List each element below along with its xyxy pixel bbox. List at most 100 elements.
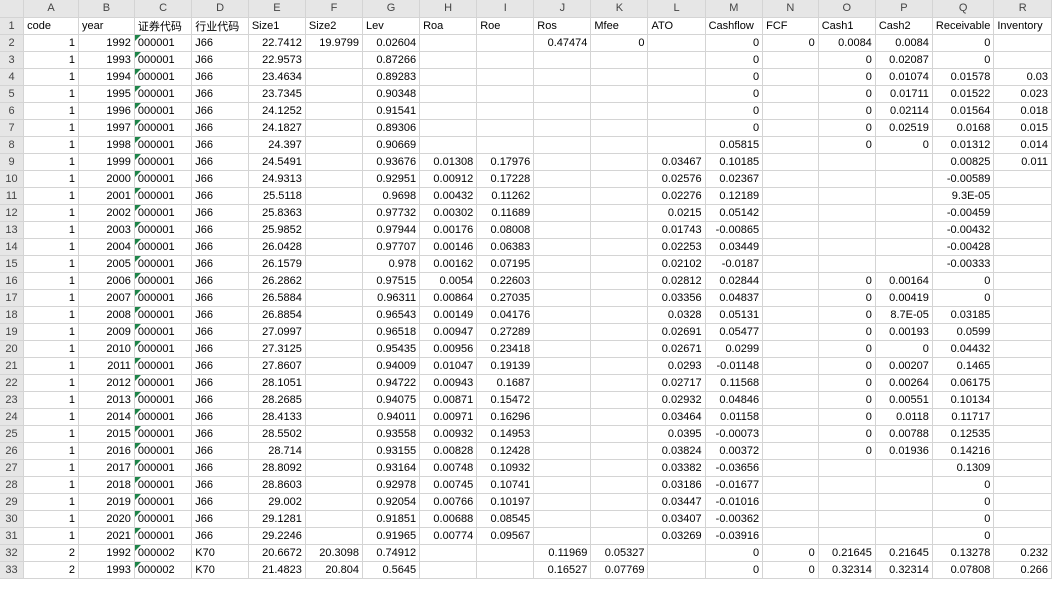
row-header[interactable]: 8 <box>0 136 25 154</box>
cell-g25[interactable]: 0.93558 <box>362 425 421 443</box>
cell-n17[interactable] <box>762 289 819 307</box>
cell-m20[interactable]: 0.0299 <box>705 340 764 358</box>
cell-n31[interactable] <box>762 527 819 545</box>
cell-b11[interactable]: 2001 <box>78 187 135 205</box>
cell-f3[interactable] <box>305 51 364 69</box>
cell-j12[interactable] <box>533 204 592 222</box>
cell-r1[interactable]: Inventory <box>993 17 1052 35</box>
row-header[interactable]: 7 <box>0 119 25 137</box>
cell-i3[interactable] <box>476 51 535 69</box>
cell-j16[interactable] <box>533 272 592 290</box>
cell-l4[interactable] <box>647 68 706 86</box>
cell-a8[interactable]: 1 <box>23 136 79 154</box>
cell-o1[interactable]: Cash1 <box>818 17 876 35</box>
cell-e29[interactable]: 29.002 <box>248 493 306 511</box>
cell-f1[interactable]: Size2 <box>305 17 364 35</box>
cell-e14[interactable]: 26.0428 <box>248 238 306 256</box>
cell-g20[interactable]: 0.95435 <box>362 340 421 358</box>
cell-m29[interactable]: -0.01016 <box>705 493 764 511</box>
cell-q19[interactable]: 0.0599 <box>932 323 995 341</box>
cell-h30[interactable]: 0.00688 <box>419 510 478 528</box>
cell-c24[interactable]: 000001 <box>134 408 193 426</box>
cell-c16[interactable]: 000001 <box>134 272 193 290</box>
cell-m11[interactable]: 0.12189 <box>705 187 764 205</box>
cell-m30[interactable]: -0.00362 <box>705 510 764 528</box>
cell-k31[interactable] <box>590 527 649 545</box>
cell-l24[interactable]: 0.03464 <box>647 408 706 426</box>
cell-g3[interactable]: 0.87266 <box>362 51 421 69</box>
cell-m33[interactable]: 0 <box>705 561 764 579</box>
cell-b31[interactable]: 2021 <box>78 527 135 545</box>
cell-k25[interactable] <box>590 425 649 443</box>
cell-h15[interactable]: 0.00162 <box>419 255 478 273</box>
cell-o17[interactable]: 0 <box>818 289 876 307</box>
row-header[interactable]: 6 <box>0 102 25 120</box>
cell-b17[interactable]: 2007 <box>78 289 135 307</box>
cell-c13[interactable]: 000001 <box>134 221 193 239</box>
cell-j7[interactable] <box>533 119 592 137</box>
cell-q30[interactable]: 0 <box>932 510 995 528</box>
cell-b8[interactable]: 1998 <box>78 136 135 154</box>
cell-q7[interactable]: 0.0168 <box>932 119 995 137</box>
cell-d31[interactable]: J66 <box>191 527 249 545</box>
cell-r15[interactable] <box>993 255 1052 273</box>
cell-k10[interactable] <box>590 170 649 188</box>
cell-j23[interactable] <box>533 391 592 409</box>
cell-d11[interactable]: J66 <box>191 187 249 205</box>
cell-k27[interactable] <box>590 459 649 477</box>
cell-f4[interactable] <box>305 68 364 86</box>
cell-p23[interactable]: 0.00551 <box>875 391 933 409</box>
cell-b5[interactable]: 1995 <box>78 85 135 103</box>
cell-f14[interactable] <box>305 238 364 256</box>
cell-e2[interactable]: 22.7412 <box>248 34 306 52</box>
row-header[interactable]: 9 <box>0 153 25 171</box>
cell-e19[interactable]: 27.0997 <box>248 323 306 341</box>
cell-g8[interactable]: 0.90669 <box>362 136 421 154</box>
cell-l10[interactable]: 0.02576 <box>647 170 706 188</box>
cell-f32[interactable]: 20.3098 <box>305 544 364 562</box>
cell-j17[interactable] <box>533 289 592 307</box>
cell-p5[interactable]: 0.01711 <box>875 85 933 103</box>
cell-k21[interactable] <box>590 357 649 375</box>
cell-h5[interactable] <box>419 85 478 103</box>
cell-a1[interactable]: code <box>23 17 79 35</box>
cell-q17[interactable]: 0 <box>932 289 995 307</box>
cell-d2[interactable]: J66 <box>191 34 249 52</box>
cell-q12[interactable]: -0.00459 <box>932 204 995 222</box>
cell-m9[interactable]: 0.10185 <box>705 153 764 171</box>
cell-i13[interactable]: 0.08008 <box>476 221 535 239</box>
column-header-d[interactable]: D <box>191 0 249 18</box>
cell-j11[interactable] <box>533 187 592 205</box>
cell-j8[interactable] <box>533 136 592 154</box>
cell-i9[interactable]: 0.17976 <box>476 153 535 171</box>
cell-d16[interactable]: J66 <box>191 272 249 290</box>
cell-k20[interactable] <box>590 340 649 358</box>
cell-p8[interactable]: 0 <box>875 136 933 154</box>
row-header[interactable]: 33 <box>0 561 25 579</box>
cell-i11[interactable]: 0.11262 <box>476 187 535 205</box>
cell-e32[interactable]: 20.6672 <box>248 544 306 562</box>
cell-i15[interactable]: 0.07195 <box>476 255 535 273</box>
cell-c15[interactable]: 000001 <box>134 255 193 273</box>
cell-d32[interactable]: K70 <box>191 544 249 562</box>
cell-d3[interactable]: J66 <box>191 51 249 69</box>
cell-f22[interactable] <box>305 374 364 392</box>
cell-j5[interactable] <box>533 85 592 103</box>
cell-j29[interactable] <box>533 493 592 511</box>
cell-e11[interactable]: 25.5118 <box>248 187 306 205</box>
cell-p22[interactable]: 0.00264 <box>875 374 933 392</box>
cell-j3[interactable] <box>533 51 592 69</box>
cell-a23[interactable]: 1 <box>23 391 79 409</box>
cell-i7[interactable] <box>476 119 535 137</box>
cell-e21[interactable]: 27.8607 <box>248 357 306 375</box>
cell-k17[interactable] <box>590 289 649 307</box>
cell-q27[interactable]: 0.1309 <box>932 459 995 477</box>
cell-c23[interactable]: 000001 <box>134 391 193 409</box>
cell-g13[interactable]: 0.97944 <box>362 221 421 239</box>
cell-d24[interactable]: J66 <box>191 408 249 426</box>
cell-m26[interactable]: 0.00372 <box>705 442 764 460</box>
cell-a14[interactable]: 1 <box>23 238 79 256</box>
cell-i23[interactable]: 0.15472 <box>476 391 535 409</box>
cell-e25[interactable]: 28.5502 <box>248 425 306 443</box>
cell-n14[interactable] <box>762 238 819 256</box>
